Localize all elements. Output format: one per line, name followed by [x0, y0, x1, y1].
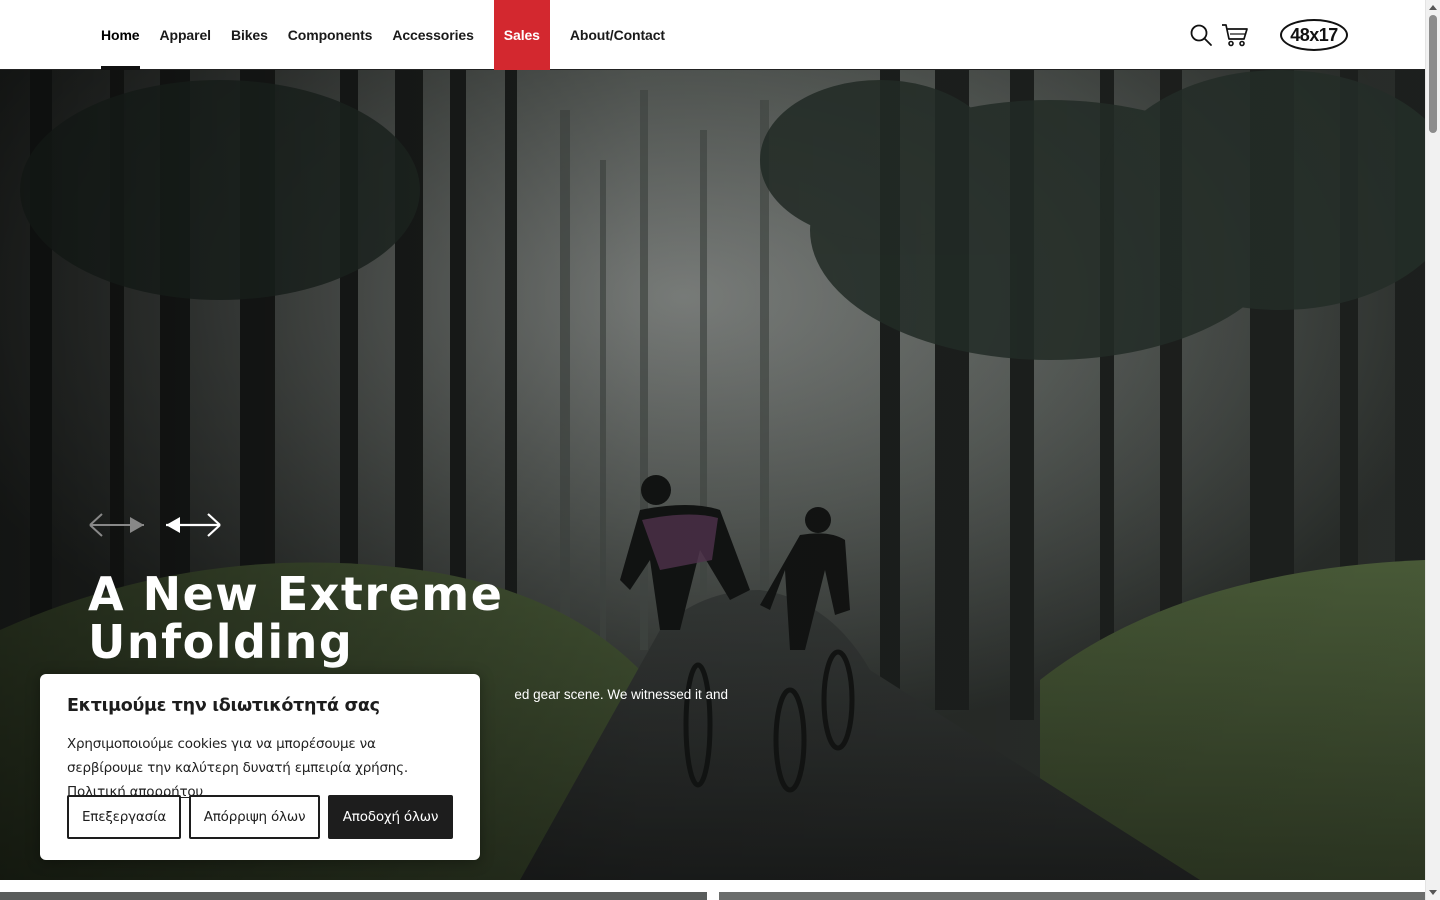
nav-about-contact[interactable]: About/Contact [560, 0, 675, 70]
cookie-text: Χρησιμοποιούμε cookies για να μπορέσουμε… [67, 736, 408, 776]
cart-icon[interactable] [1220, 20, 1250, 50]
arrow-right-icon[interactable] [164, 510, 222, 540]
main-nav: Home Apparel Bikes Components Accessorie… [91, 0, 675, 70]
site-header: Home Apparel Bikes Components Accessorie… [0, 0, 1425, 70]
cookie-actions: Επεξεργασία Απόρριψη όλων Αποδοχή όλων [67, 795, 453, 839]
brand-logo[interactable]: 48x17 [1280, 19, 1348, 51]
scroll-down-icon[interactable] [1429, 890, 1437, 895]
category-card[interactable] [719, 892, 1425, 900]
category-card[interactable] [0, 892, 707, 900]
arrow-left-icon[interactable] [88, 510, 146, 540]
page-scrollbar[interactable] [1425, 0, 1440, 900]
cookie-message: Χρησιμοποιούμε cookies για να μπορέσουμε… [67, 732, 453, 804]
header-actions: 48x17 [1186, 0, 1348, 70]
hero-title: A New Extreme Unfolding [88, 570, 688, 666]
search-icon[interactable] [1186, 20, 1216, 50]
hero-title-line2: Unfolding [88, 615, 354, 669]
cookie-reject-all-button[interactable]: Απόρριψη όλων [189, 795, 320, 839]
scroll-up-icon[interactable] [1429, 5, 1437, 10]
cookie-accept-all-button[interactable]: Αποδοχή όλων [328, 795, 453, 839]
nav-components[interactable]: Components [278, 0, 383, 70]
cookie-title: Εκτιμούμε την ιδιωτικότητά σας [67, 696, 380, 716]
nav-accessories[interactable]: Accessories [382, 0, 483, 70]
scroll-thumb[interactable] [1429, 15, 1437, 133]
cookie-customize-button[interactable]: Επεξεργασία [67, 795, 181, 839]
cookie-consent-banner: Εκτιμούμε την ιδιωτικότητά σας Χρησιμοπο… [40, 674, 480, 860]
nav-sales[interactable]: Sales [493, 0, 550, 70]
slider-arrows [88, 510, 222, 540]
nav-apparel[interactable]: Apparel [150, 0, 221, 70]
nav-home[interactable]: Home [91, 0, 150, 70]
hero-title-line1: A New Extreme [88, 567, 504, 621]
nav-bikes[interactable]: Bikes [221, 0, 278, 70]
